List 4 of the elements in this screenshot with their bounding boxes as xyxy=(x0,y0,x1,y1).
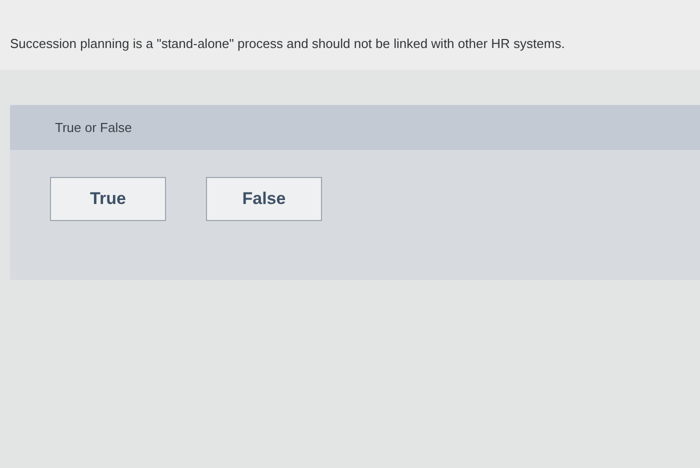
question-text: Succession planning is a "stand-alone" process and should not be linked with other HR systems. xyxy=(10,36,566,51)
answer-button[interactable]: False xyxy=(206,177,322,221)
question-type-label: True or False xyxy=(55,120,132,135)
answer-button[interactable]: True xyxy=(50,177,166,221)
